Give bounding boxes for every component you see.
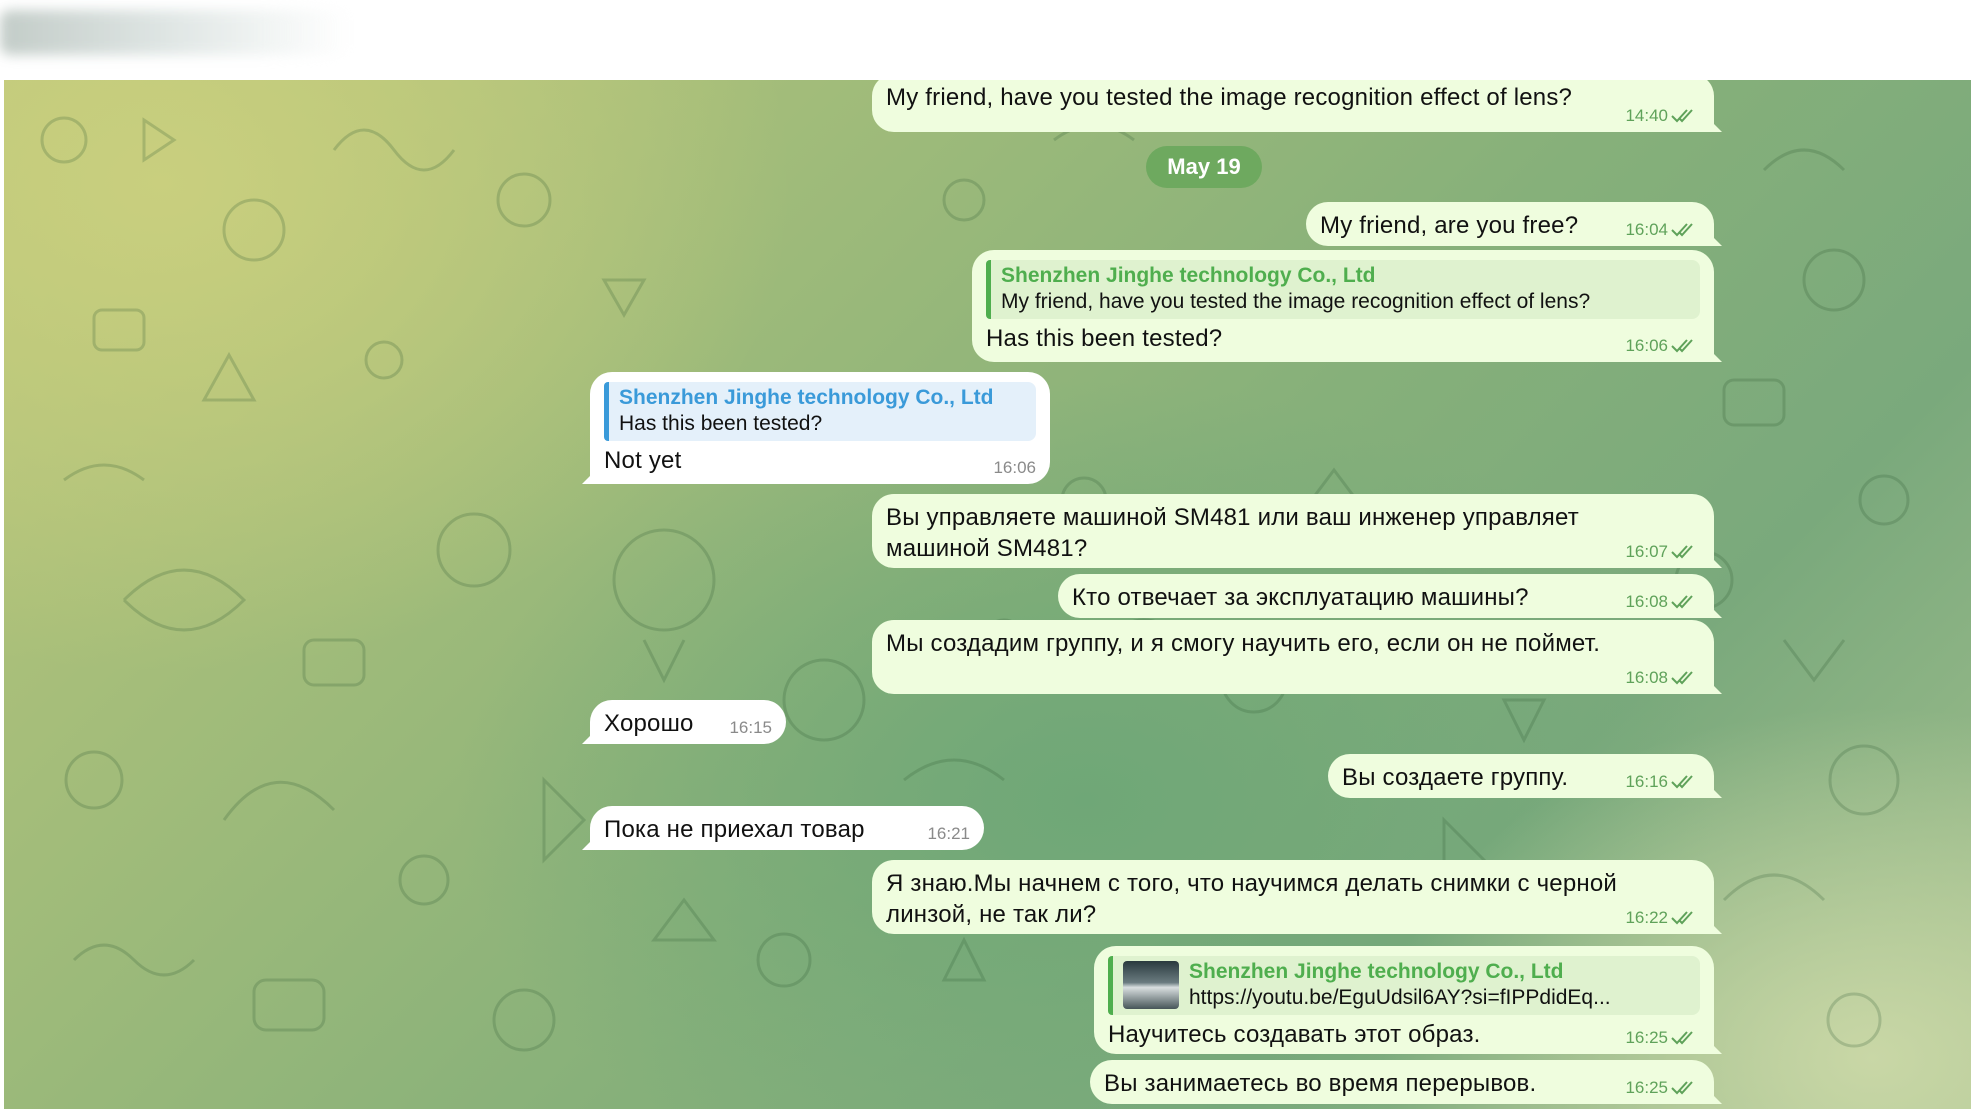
outgoing-message[interactable]: My friend, have you tested the image rec… <box>872 80 1714 132</box>
message-meta: 16:06 <box>993 458 1036 478</box>
message-meta: 16:21 <box>927 824 970 844</box>
double-check-icon <box>1671 339 1693 353</box>
double-check-icon <box>1671 1081 1693 1095</box>
reply-quoted-text: Has this been tested? <box>619 412 823 435</box>
outgoing-message[interactable]: Вы создаете группу. 16:16 <box>1328 754 1714 798</box>
reply-quote[interactable]: Shenzhen Jinghe technology Co., Ltd My f… <box>986 260 1700 319</box>
message-meta: 16:06 <box>1625 336 1700 356</box>
message-text: Я знаю.Мы начнем с того, что научимся де… <box>886 870 1617 928</box>
message-text: Научитесь создавать этот образ. <box>1108 1021 1481 1048</box>
message-time: 16:22 <box>1625 908 1668 927</box>
message-text: My friend, have you tested the image rec… <box>886 84 1573 111</box>
message-meta: 16:25 <box>1625 1028 1700 1048</box>
message-meta: 14:40 <box>1625 106 1700 126</box>
message-meta: 16:16 <box>1625 772 1700 792</box>
message-text: Вы управляете машиной SM481 или ваш инже… <box>886 504 1579 562</box>
outgoing-message[interactable]: My friend, are you free? 16:04 <box>1306 202 1714 246</box>
reply-quote[interactable]: Shenzhen Jinghe technology Co., Ltd http… <box>1108 956 1700 1015</box>
reply-sender-name: Shenzhen Jinghe technology Co., Ltd <box>1189 960 1564 983</box>
outgoing-reply-message[interactable]: Shenzhen Jinghe technology Co., Ltd http… <box>1094 946 1714 1054</box>
chat-header <box>0 0 1971 80</box>
reply-quoted-text: My friend, have you tested the image rec… <box>1001 290 1591 313</box>
message-time: 16:25 <box>1625 1078 1668 1097</box>
message-meta: 16:08 <box>1625 668 1700 688</box>
message-time: 16:04 <box>1625 220 1668 239</box>
message-meta: 16:04 <box>1625 220 1700 240</box>
message-time: 16:08 <box>1625 592 1668 611</box>
date-separator: May 19 <box>1146 146 1262 188</box>
message-meta: 16:07 <box>1625 542 1700 562</box>
reply-sender-name: Shenzhen Jinghe technology Co., Ltd <box>619 386 994 409</box>
message-text: Пока не приехал товар <box>604 816 865 843</box>
message-time: 16:06 <box>1625 336 1668 355</box>
outgoing-message[interactable]: Я знаю.Мы начнем с того, что научимся де… <box>872 860 1714 934</box>
double-check-icon <box>1671 775 1693 789</box>
message-time: 16:08 <box>1625 668 1668 687</box>
blurred-chat-title <box>0 10 350 55</box>
message-time: 16:25 <box>1625 1028 1668 1047</box>
incoming-message[interactable]: Хорошо 16:15 <box>590 700 786 744</box>
outgoing-message[interactable]: Мы создадим группу, и я смогу научить ег… <box>872 620 1714 694</box>
double-check-icon <box>1671 595 1693 609</box>
incoming-message[interactable]: Пока не приехал товар 16:21 <box>590 806 984 850</box>
message-meta: 16:25 <box>1625 1078 1700 1098</box>
message-time: 16:06 <box>993 458 1036 477</box>
message-text: Вы занимаетесь во время перерывов. <box>1104 1070 1537 1097</box>
message-text: Not yet <box>604 447 682 474</box>
double-check-icon <box>1671 109 1693 123</box>
message-text: Has this been tested? <box>986 325 1223 352</box>
double-check-icon <box>1671 671 1693 685</box>
outgoing-reply-message[interactable]: Shenzhen Jinghe technology Co., Ltd My f… <box>972 250 1714 362</box>
link-thumbnail <box>1123 961 1179 1009</box>
message-text: Кто отвечает за эксплуатацию машины? <box>1072 584 1529 611</box>
message-time: 14:40 <box>1625 106 1668 125</box>
message-meta: 16:08 <box>1625 592 1700 612</box>
double-check-icon <box>1671 223 1693 237</box>
message-meta: 16:15 <box>729 718 772 738</box>
message-time: 16:21 <box>927 824 970 843</box>
reply-quoted-link: https://youtu.be/EguUdsil6AY?si=fIPPdidE… <box>1189 986 1611 1009</box>
incoming-reply-message[interactable]: Shenzhen Jinghe technology Co., Ltd Has … <box>590 372 1050 484</box>
double-check-icon <box>1671 1031 1693 1045</box>
outgoing-message[interactable]: Кто отвечает за эксплуатацию машины? 16:… <box>1058 574 1714 618</box>
reply-quote[interactable]: Shenzhen Jinghe technology Co., Ltd Has … <box>604 382 1036 441</box>
message-time: 16:07 <box>1625 542 1668 561</box>
reply-sender-name: Shenzhen Jinghe technology Co., Ltd <box>1001 264 1376 287</box>
message-time: 16:16 <box>1625 772 1668 791</box>
message-list[interactable]: My friend, have you tested the image rec… <box>4 80 1971 1109</box>
message-text: Мы создадим группу, и я смогу научить ег… <box>886 630 1601 657</box>
double-check-icon <box>1671 545 1693 559</box>
double-check-icon <box>1671 911 1693 925</box>
outgoing-message[interactable]: Вы управляете машиной SM481 или ваш инже… <box>872 494 1714 568</box>
outgoing-message[interactable]: Вы занимаетесь во время перерывов. 16:25 <box>1090 1060 1714 1104</box>
message-time: 16:15 <box>729 718 772 737</box>
message-meta: 16:22 <box>1625 908 1700 928</box>
